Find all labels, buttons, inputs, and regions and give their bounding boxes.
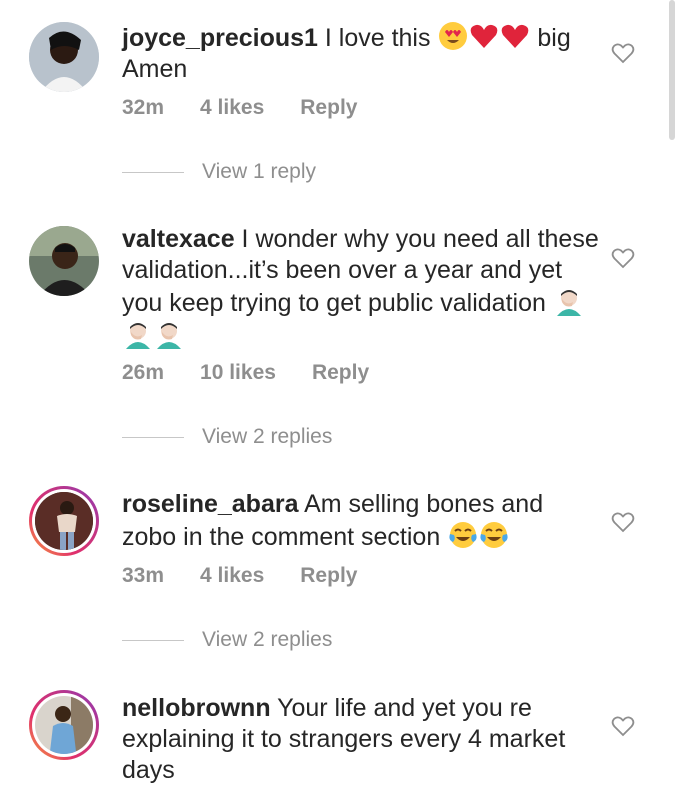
comment-text: joyce_precious1 I love this big Amen xyxy=(122,21,602,85)
view-replies-button[interactable]: View 2 replies xyxy=(122,628,332,652)
view-replies-label: View 1 reply xyxy=(202,160,317,183)
likes-count[interactable]: 4 likes xyxy=(200,96,264,120)
comment-text: valtexace I wonder why you need all thes… xyxy=(122,224,602,352)
like-heart-icon[interactable] xyxy=(611,510,635,534)
reply-button[interactable]: Reply xyxy=(312,361,369,385)
reply-button[interactable]: Reply xyxy=(300,96,357,120)
avatar[interactable] xyxy=(29,486,99,556)
facepalm-emoji xyxy=(126,323,150,349)
divider-line xyxy=(122,171,184,173)
tears-of-joy-emoji xyxy=(449,522,477,548)
tears-of-joy-emoji xyxy=(480,522,508,548)
comment-meta: 33m 4 likes Reply xyxy=(122,564,357,588)
view-replies-button[interactable]: View 1 reply xyxy=(122,160,316,184)
facepalm-emoji xyxy=(157,323,181,349)
comment-time: 32m xyxy=(122,96,165,119)
facepalm-emoji xyxy=(556,290,581,316)
red-heart-emoji xyxy=(502,24,529,48)
username[interactable]: joyce_precious1 xyxy=(122,24,318,52)
comment-text: roseline_abara Am selling bones and zobo… xyxy=(122,489,602,553)
avatar[interactable] xyxy=(29,690,99,760)
heart-eyes-emoji xyxy=(439,22,468,50)
avatar[interactable] xyxy=(29,226,99,296)
comment-time: 33m xyxy=(122,564,165,587)
like-heart-icon[interactable] xyxy=(611,41,635,65)
like-heart-icon[interactable] xyxy=(611,714,635,738)
username[interactable]: nellobrownn xyxy=(122,694,271,722)
view-replies-label: View 2 replies xyxy=(202,425,333,448)
like-heart-icon[interactable] xyxy=(611,246,635,270)
avatar[interactable] xyxy=(29,22,99,92)
comment-body: I love this xyxy=(317,24,438,52)
comment-time: 26m xyxy=(122,361,165,384)
view-replies-label: View 2 replies xyxy=(202,628,333,651)
divider-line xyxy=(122,436,184,438)
username[interactable]: valtexace xyxy=(122,225,235,253)
reply-button[interactable]: Reply xyxy=(300,564,357,588)
comment-meta: 32m 4 likes Reply xyxy=(122,96,357,120)
comment-text: nellobrownn Your life and yet you re exp… xyxy=(122,693,602,786)
divider-line xyxy=(122,639,184,641)
username[interactable]: roseline_abara xyxy=(122,490,299,518)
red-heart-emoji xyxy=(471,24,498,48)
scrollbar[interactable] xyxy=(669,0,675,140)
view-replies-button[interactable]: View 2 replies xyxy=(122,425,332,449)
likes-count[interactable]: 10 likes xyxy=(200,361,276,385)
likes-count[interactable]: 4 likes xyxy=(200,564,264,588)
comment-meta: 26m 10 likes Reply xyxy=(122,361,369,385)
